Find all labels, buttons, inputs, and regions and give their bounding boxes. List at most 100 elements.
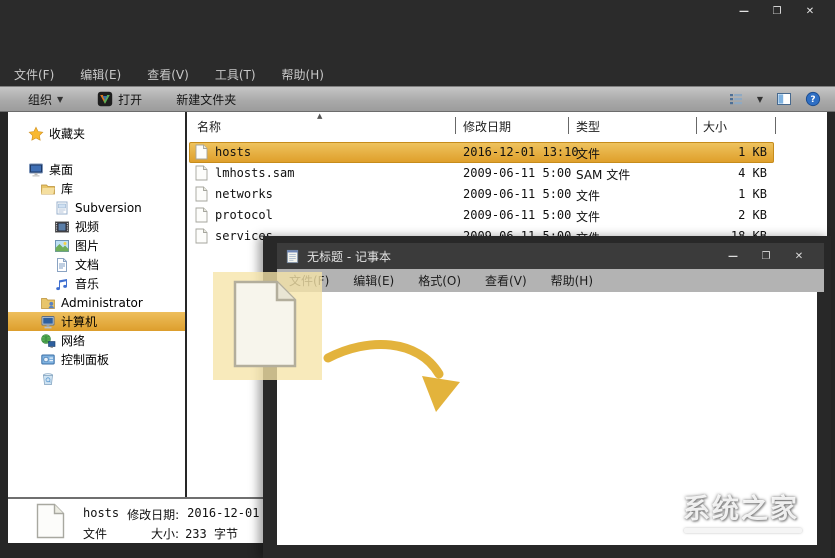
file-row-lmhosts.sam[interactable]: lmhosts.sam2009-06-11 5:00SAM 文件4 KB [187,163,827,184]
explorer-menu-item[interactable]: 帮助(H) [282,66,324,83]
sidebar-item-收藏夹[interactable]: 收藏夹 [8,124,185,143]
column-divider[interactable] [568,117,569,134]
file-date: 2009-06-11 5:00 [463,208,571,222]
file-size: 2 KB [637,208,767,222]
file-icon [195,186,208,202]
file-row-networks[interactable]: networks2009-06-11 5:00文件1 KB [187,184,827,205]
minimize-icon[interactable]: — [733,4,755,19]
file-icon [195,144,208,160]
maximize-icon[interactable]: ❐ [766,4,788,19]
network-icon [40,333,56,349]
pictures-icon [54,238,70,254]
svg-text:?: ? [810,95,815,105]
close-icon[interactable]: ✕ [790,251,808,262]
notepad-menu-item[interactable]: 格式(O) [418,272,461,289]
file-type: 文件 [576,187,600,204]
desktop-icon [28,162,44,178]
sidebar-item-图片[interactable]: 图片 [8,236,185,255]
views-caret-icon[interactable]: ▼ [757,95,763,104]
explorer-menu-item[interactable]: 文件(F) [14,66,54,83]
dragged-file-icon[interactable] [233,280,297,368]
libdoc-icon [54,200,70,216]
library-icon [40,181,56,197]
new-folder-label: 新建文件夹 [176,91,236,108]
details-size-label: 大小: [151,525,179,542]
sidebar-item-音乐[interactable]: 音乐 [8,274,185,293]
sort-ascending-icon: ▲ [317,112,322,120]
notepad-menubar: 文件(F)编辑(E)格式(O)查看(V)帮助(H) [277,269,824,292]
open-button[interactable]: 打开 [97,91,142,108]
sidebar-item-文档[interactable]: 文档 [8,255,185,274]
sidebar-item-label: 视频 [75,218,99,235]
file-size: 1 KB [637,145,767,159]
column-divider[interactable] [775,117,776,134]
column-header-type[interactable]: 类型 [576,118,600,135]
notepad-menu-item[interactable]: 帮助(H) [551,272,593,289]
file-type: 文件 [576,208,600,225]
explorer-titlebar: — ❐ ✕ [0,0,835,30]
address-bar: ▼ ▸计算机▸本地磁盘 (C:)▸Windows▸System32▸driver… [0,30,835,62]
sidebar-item-计算机[interactable]: 计算机 [8,312,185,331]
file-icon [195,228,208,244]
column-divider[interactable] [696,117,697,134]
sidebar-item-网络[interactable]: 网络 [8,331,185,350]
details-modified-label: 修改日期: [127,506,179,523]
column-divider[interactable] [455,117,456,134]
user-icon [40,295,56,311]
notepad-menu-item[interactable]: 编辑(E) [353,272,394,289]
sidebar-item-Administrator[interactable]: Administrator [8,293,185,312]
column-header-size[interactable]: 大小 [703,118,727,135]
navigation-pane: 收藏夹桌面库 Subversion 视频图片文档音乐Administrator计算机… [8,112,185,497]
minimize-icon[interactable]: — [724,251,742,262]
explorer-menubar: 文件(F) 编辑(E) 查看(V) 工具(T) 帮助(H) [0,62,835,86]
details-file-name: hosts [83,506,119,523]
file-row-protocol[interactable]: protocol 2009-06-11 5:00 文件 2 KB [187,205,827,226]
file-row-hosts[interactable]: hosts2016-12-01 13:10文件1 KB [187,142,827,163]
sidebar-item-recycle-bin[interactable] [8,369,185,388]
notepad-title: 无标题 - 记事本 [307,248,391,265]
file-icon [36,503,65,539]
sidebar-item-桌面[interactable]: 桌面 [8,160,185,179]
file-icon [195,207,208,223]
notepad-icon [285,249,300,264]
sidebar-item-label: 图片 [75,237,99,254]
preview-pane-icon[interactable] [776,91,792,107]
sidebar-item-库[interactable]: 库 [8,179,185,198]
file-date: 2016-12-01 13:10 [463,145,579,159]
new-folder-button[interactable]: 新建文件夹 [176,91,236,108]
sidebar-item-视频[interactable]: 视频 [8,217,185,236]
control-panel-icon [40,352,56,368]
details-size-value: 233 字节 [185,525,238,542]
sidebar-item-label: 网络 [61,332,85,349]
organize-button[interactable]: 组织 ▼ [28,91,63,108]
sidebar-item-label: Subversion [75,201,142,215]
file-size: 4 KB [637,166,767,180]
help-icon[interactable]: ? [805,91,821,107]
sidebar-item-Subversion[interactable]: Subversion [8,198,185,217]
file-icon [195,165,208,181]
sidebar-item-label: 音乐 [75,275,99,292]
file-type: SAM 文件 [576,166,630,183]
close-icon[interactable]: ✕ [799,4,821,19]
recycle-bin-icon [40,371,56,387]
star-icon [28,126,44,142]
sidebar-item-label: 计算机 [61,313,97,330]
file-type: 文件 [576,145,600,162]
documents-icon [54,257,70,273]
views-icon[interactable] [728,91,744,107]
open-label: 打开 [118,91,142,108]
explorer-menu-item[interactable]: 查看(V) [147,66,189,83]
column-header-name[interactable]: 名称 [197,118,221,135]
column-header-date[interactable]: 修改日期 [463,118,511,135]
notepad-titlebar[interactable]: 无标题 - 记事本 — ❐ ✕ [277,243,824,269]
explorer-menu-item[interactable]: 编辑(E) [80,66,121,83]
file-name: networks [215,187,273,201]
notepad-menu-item[interactable]: 查看(V) [485,272,527,289]
organize-caret-icon: ▼ [57,95,63,104]
explorer-menu-item[interactable]: 工具(T) [215,66,256,83]
sidebar-item-控制面板[interactable]: 控制面板 [8,350,185,369]
file-size: 1 KB [637,187,767,201]
file-name: protocol [215,208,273,222]
maximize-icon[interactable]: ❐ [757,251,775,262]
file-name: lmhosts.sam [215,166,294,180]
